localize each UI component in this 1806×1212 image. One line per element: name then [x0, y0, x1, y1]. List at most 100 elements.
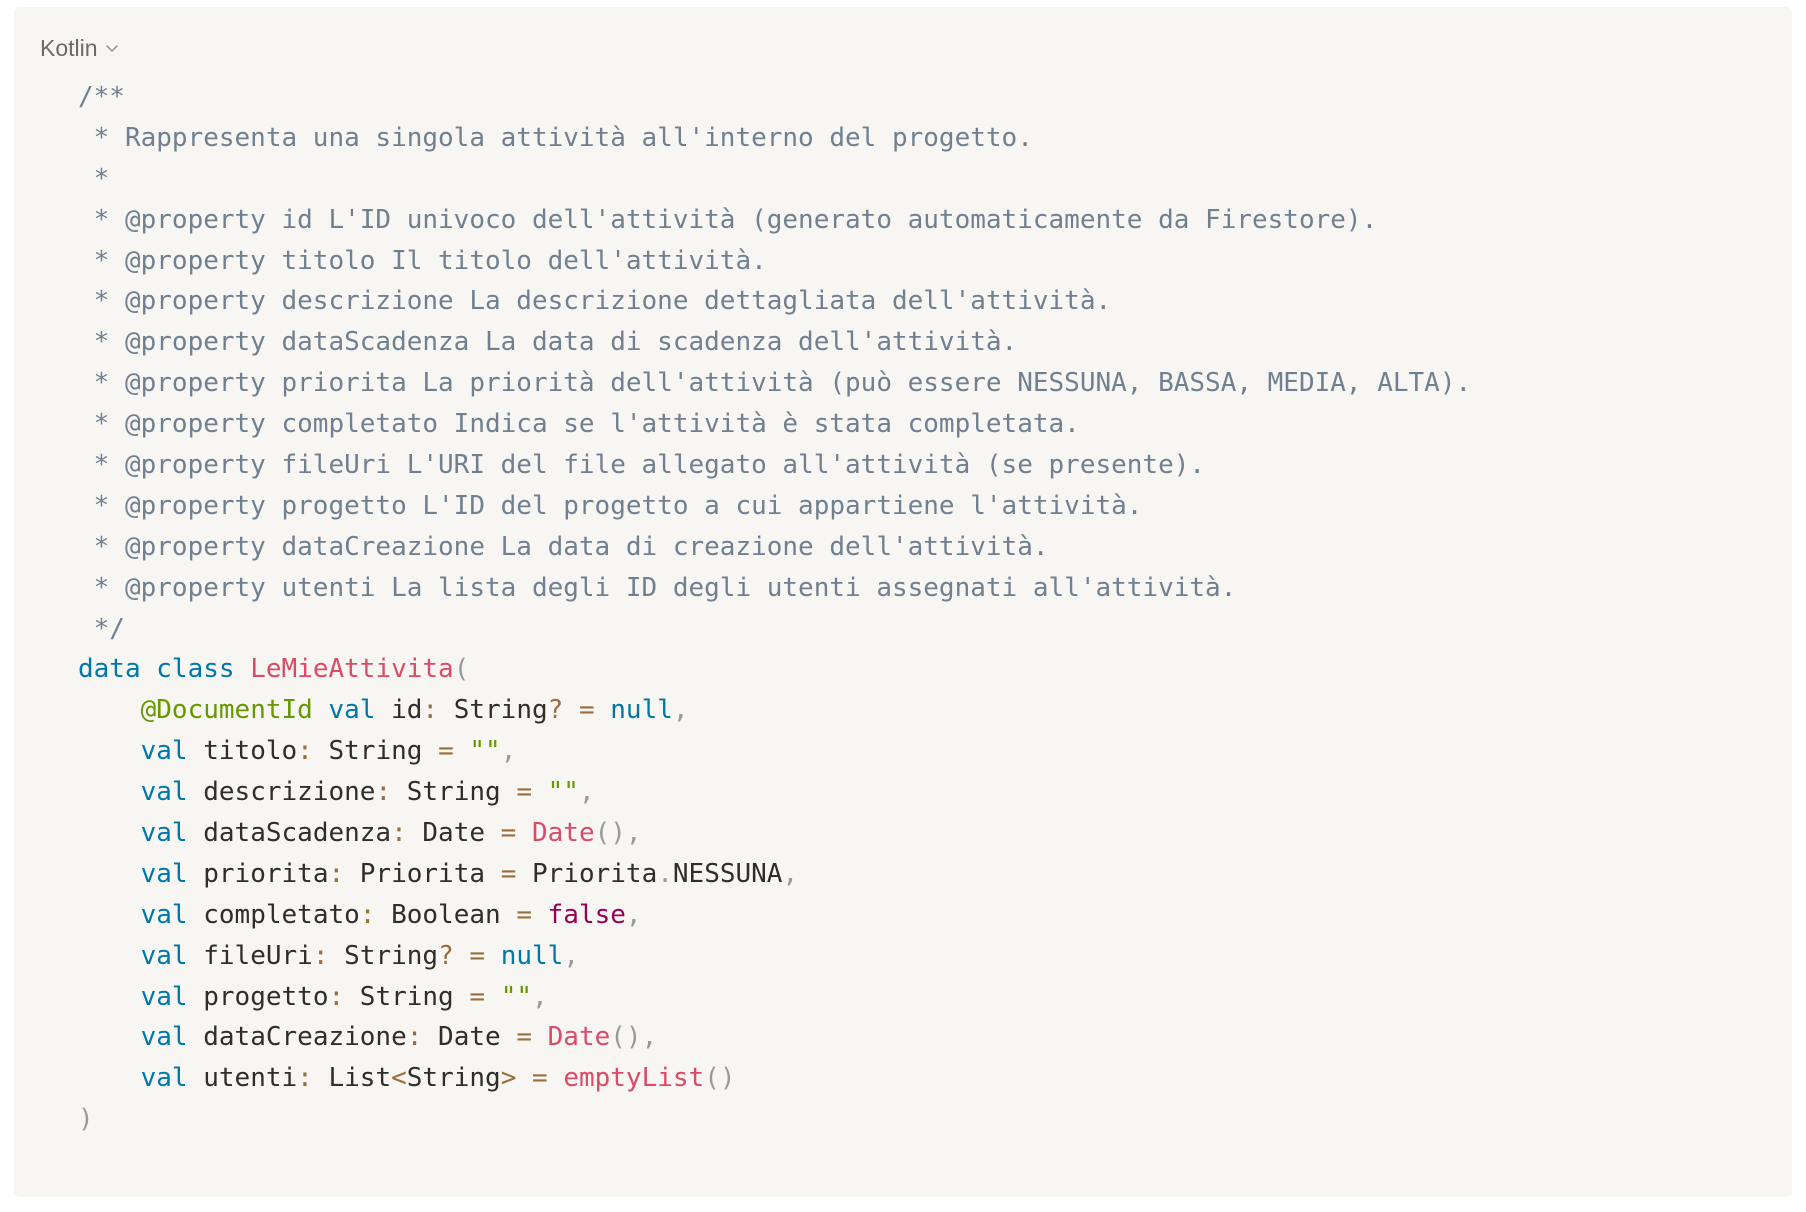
code-token: val	[140, 981, 188, 1012]
code-token: String	[344, 981, 470, 1012]
code-token: Boolean	[375, 899, 517, 930]
code-token: false	[547, 899, 626, 930]
code-line: * @property dataCreazione La data di cre…	[78, 527, 1471, 568]
code-token: :	[297, 1063, 313, 1094]
code-token: dataScadenza	[187, 818, 392, 849]
code-token: :	[359, 899, 376, 930]
code-token: =	[516, 1022, 532, 1053]
code-token: )	[78, 1104, 94, 1135]
code-token: * @property completato Indica se l'attiv…	[78, 409, 1080, 440]
code-token: val	[140, 736, 188, 767]
code-line: )	[78, 1099, 1471, 1140]
code-token: =	[438, 736, 454, 767]
code-token: =	[469, 940, 486, 971]
code-token: Date	[406, 818, 501, 849]
code-content[interactable]: /** * Rappresenta una singola attività a…	[78, 77, 1471, 1140]
code-token: String	[312, 736, 439, 767]
code-token: Date	[531, 818, 595, 849]
code-token: =	[578, 695, 595, 726]
code-token: val	[140, 940, 188, 971]
code-token: descrizione	[187, 777, 376, 808]
code-line: @DocumentId val id: String? = null,	[78, 690, 1471, 731]
code-line: * @property titolo Il titolo dell'attivi…	[78, 241, 1471, 282]
code-line: * @property id L'ID univoco dell'attivit…	[78, 200, 1471, 241]
code-token: LeMieAttivita	[250, 654, 454, 685]
code-token: * @property dataCreazione La data di cre…	[78, 531, 1049, 562]
code-token: emptyList	[563, 1063, 705, 1094]
code-token: Priorita	[516, 858, 658, 889]
code-token: val	[140, 858, 188, 889]
code-token: val	[140, 818, 188, 849]
code-token: List	[312, 1063, 392, 1094]
code-token: fileUri	[187, 940, 313, 971]
code-token: ?	[547, 695, 564, 726]
code-token: =	[469, 981, 486, 1012]
code-line: * @property priorita La priorità dell'at…	[78, 363, 1472, 404]
code-token: Date	[422, 1022, 517, 1053]
code-token: =	[516, 899, 532, 930]
code-token: val	[140, 1063, 188, 1094]
code-token: id	[375, 695, 423, 726]
code-token: null	[500, 940, 564, 971]
code-token: (	[453, 654, 470, 685]
code-token: progetto	[187, 981, 329, 1012]
code-token: *	[78, 163, 110, 194]
code-token: :	[375, 777, 392, 808]
code-token: String	[391, 777, 517, 808]
code-line: val completato: Boolean = false,	[78, 895, 1471, 936]
code-line: val priorita: Priorita = Priorita.NESSUN…	[78, 854, 1471, 895]
code-line: val dataScadenza: Date = Date(),	[78, 813, 1471, 854]
code-line: val utenti: List<String> = emptyList()	[78, 1058, 1471, 1099]
code-line: val titolo: String = "",	[78, 731, 1471, 772]
code-token: * @property progetto L'ID del progetto a…	[78, 490, 1143, 521]
code-token: :	[328, 858, 345, 889]
code-line: val fileUri: String? = null,	[78, 936, 1471, 977]
code-token: class	[156, 654, 235, 685]
code-token: * @property utenti La lista degli ID deg…	[78, 572, 1237, 603]
code-token: .	[657, 858, 673, 889]
code-line: * @property utenti La lista degli ID deg…	[78, 568, 1471, 609]
code-token: <	[391, 1063, 407, 1094]
code-line: data class LeMieAttivita(	[78, 649, 1471, 690]
code-line: * @property descrizione La descrizione d…	[78, 281, 1471, 322]
code-line: *	[78, 159, 1471, 200]
code-line: * @property dataScadenza La data di scad…	[78, 322, 1471, 363]
language-selector[interactable]: Kotlin	[40, 33, 120, 63]
code-token: * @property fileUri L'URI del file alleg…	[78, 450, 1206, 481]
code-token: val	[140, 899, 188, 930]
code-token: >	[500, 1063, 517, 1094]
code-token: val	[140, 1022, 188, 1053]
language-label: Kotlin	[40, 34, 98, 61]
code-token: =	[532, 1063, 548, 1094]
code-token: (),	[610, 1022, 658, 1053]
code-token: (),	[594, 818, 642, 849]
code-token: :	[391, 818, 407, 849]
code-token: ()	[704, 1063, 736, 1094]
code-token: val	[328, 695, 376, 726]
code-line: val descrizione: String = "",	[78, 772, 1471, 813]
code-token: ""	[469, 736, 501, 767]
code-token: val	[140, 777, 188, 808]
code-token: ,	[532, 981, 548, 1012]
code-token: @DocumentId	[140, 695, 313, 726]
code-line: * Rappresenta una singola attività all'i…	[78, 118, 1471, 159]
code-token: ,	[500, 736, 517, 767]
code-token: * @property id L'ID univoco dell'attivit…	[78, 204, 1378, 235]
code-token: :	[328, 981, 345, 1012]
code-token: Date	[547, 1022, 611, 1053]
